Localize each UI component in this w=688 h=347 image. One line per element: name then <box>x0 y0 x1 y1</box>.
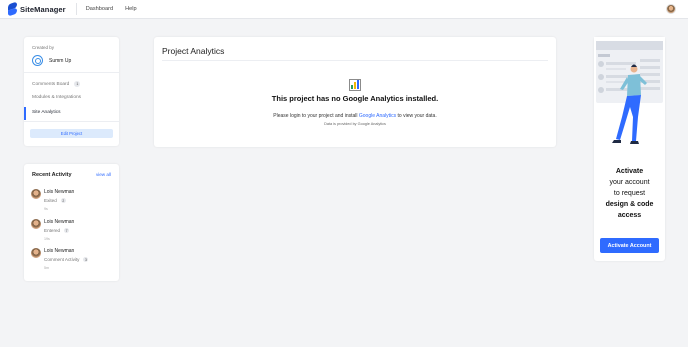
recent-activity-title: Recent Activity <box>32 172 72 178</box>
activity-action: Exited 2 <box>44 198 66 203</box>
promo-illustration <box>594 37 665 152</box>
bar-chart-icon <box>349 79 361 91</box>
avatar <box>31 189 41 199</box>
promo-line-2: your account <box>609 179 650 186</box>
project-card: Created by Summ Up Comments Board 1 Modu… <box>24 37 119 146</box>
organization-icon <box>32 55 43 66</box>
install-instructions: Please login to your project and install… <box>154 113 556 119</box>
activity-action: Comment Activity 3 <box>44 257 89 262</box>
activity-item[interactable]: Lois Newman Exited 2 9s <box>31 189 111 215</box>
activity-user: Lois Newman <box>44 248 75 254</box>
instruction-suffix: to view your data. <box>396 113 437 119</box>
google-analytics-link[interactable]: Google Analytics <box>359 113 396 119</box>
activity-item[interactable]: Lois Newman Comment Activity 3 5m <box>31 248 111 274</box>
data-source-note: Data is provided by Google Analytics <box>324 122 386 126</box>
activity-item[interactable]: Lois Newman Entered 7 19s <box>31 219 111 245</box>
menu-item-modules-integrations[interactable]: Modules & Integrations <box>32 95 81 100</box>
activity-count: 3 <box>83 257 89 262</box>
activity-time: 5m <box>44 266 49 270</box>
menu-item-label: Modules & Integrations <box>32 95 82 100</box>
creator: Summ Up <box>32 55 71 66</box>
promo-line-3: to request <box>613 190 646 197</box>
edit-project-button[interactable]: Edit Project <box>30 129 113 138</box>
activate-account-button[interactable]: Activate Account <box>600 238 659 253</box>
activate-promo-card: Activate your account to request design … <box>594 37 665 261</box>
activity-count: 7 <box>64 228 70 233</box>
nav-divider <box>75 3 77 15</box>
activity-count: 2 <box>60 198 66 203</box>
promo-line-4: design & code <box>605 201 654 208</box>
promo-line-1: Activate <box>615 168 644 175</box>
activity-time: 9s <box>44 207 48 211</box>
activity-action-label: Exited <box>44 198 57 203</box>
app-logo[interactable]: SiteManager <box>8 3 66 15</box>
promo-line-5: access <box>617 212 642 219</box>
divider <box>24 72 119 73</box>
no-analytics-heading: This project has no Google Analytics ins… <box>271 94 439 103</box>
analytics-card: Project Analytics This project has no Go… <box>154 37 556 147</box>
avatar <box>31 219 41 229</box>
recent-activity-card: Recent Activity view all Lois Newman Exi… <box>24 164 119 281</box>
menu-item-comments-board[interactable]: Comments Board 1 <box>32 81 81 87</box>
comments-badge: 1 <box>74 81 81 87</box>
activity-action-label: Entered <box>44 228 61 233</box>
logo-icon <box>8 3 17 15</box>
instruction-prefix: Please login to your project and install <box>273 113 359 119</box>
created-by-label: Created by <box>32 45 55 50</box>
activity-action: Entered 7 <box>44 228 70 233</box>
activity-time: 19s <box>44 237 50 241</box>
activity-action-label: Comment Activity <box>44 257 80 262</box>
view-all-link[interactable]: view all <box>96 172 111 177</box>
active-indicator <box>24 107 26 120</box>
activity-user: Lois Newman <box>44 219 75 225</box>
chart-bar <box>356 80 359 89</box>
page-title: Project Analytics <box>162 46 225 56</box>
avatar <box>31 248 41 258</box>
creator-name: Summ Up <box>49 57 72 64</box>
top-bar: SiteManager Dashboard Help <box>0 0 688 19</box>
promo-text: Activate your account to request design … <box>594 166 665 221</box>
menu-item-label: Comments Board <box>32 81 70 87</box>
app-name: SiteManager <box>20 4 66 14</box>
user-avatar[interactable] <box>666 4 676 14</box>
menu-item-label: Site Analytics <box>32 110 61 115</box>
divider <box>162 60 548 61</box>
divider <box>24 121 119 122</box>
nav-dashboard[interactable]: Dashboard <box>86 6 113 12</box>
menu-item-site-analytics[interactable]: Site Analytics <box>32 110 61 115</box>
nav-help[interactable]: Help <box>125 6 137 12</box>
activity-user: Lois Newman <box>44 189 75 195</box>
